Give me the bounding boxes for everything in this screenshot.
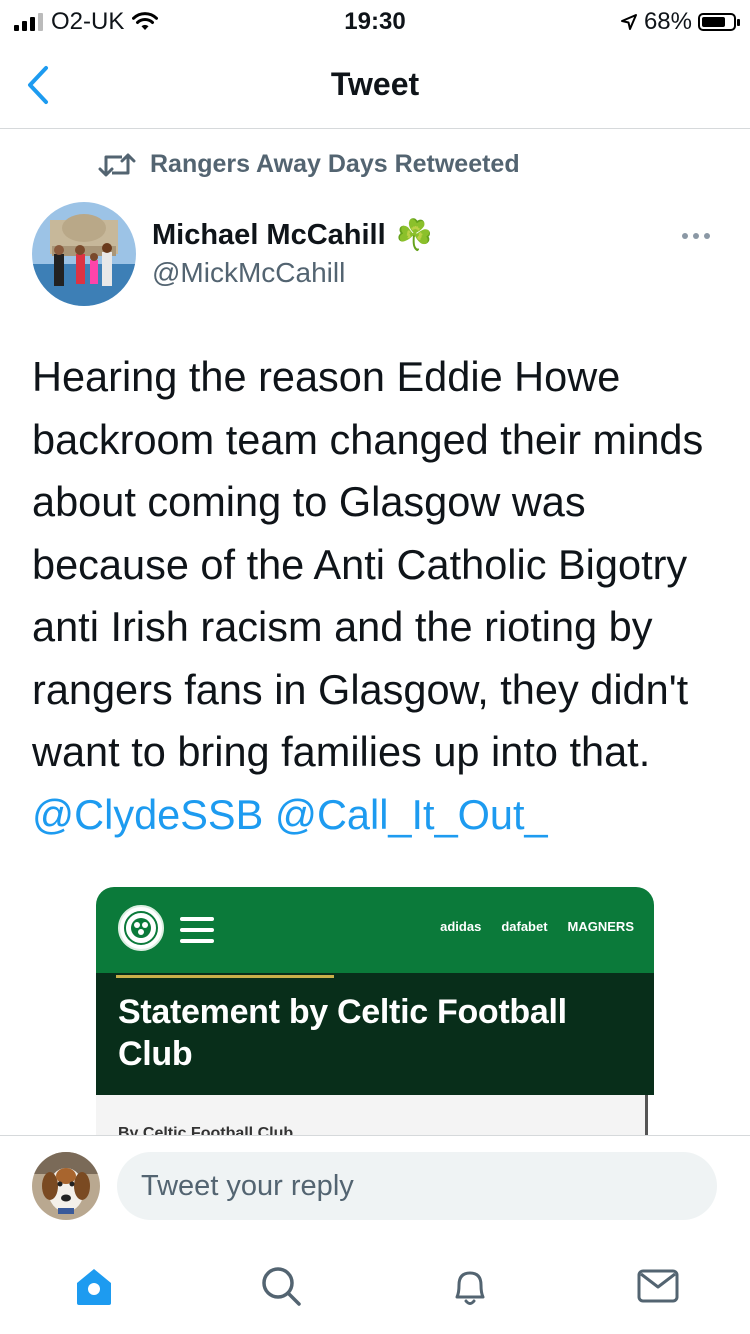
mention-link[interactable]: @ClydeSSB <box>32 791 263 838</box>
hamburger-menu-icon <box>180 917 214 950</box>
search-icon[interactable] <box>256 1261 306 1311</box>
tweet-line: rangers fans in Glasgow, they didn't <box>32 665 689 713</box>
tweet-line: Hearing the reason Eddie Howe <box>32 353 621 400</box>
gold-divider <box>116 975 334 978</box>
reply-input[interactable]: Tweet your reply <box>117 1152 717 1220</box>
user-avatar[interactable] <box>32 1152 100 1220</box>
tweet-line: backroom team changed their minds <box>32 415 704 463</box>
more-options-icon[interactable] <box>682 222 716 250</box>
author-name-text: Michael McCahill <box>152 219 386 251</box>
author-name[interactable]: Michael McCahill ☘️ <box>152 218 433 253</box>
sponsor-logo: MAGNERS <box>567 919 634 934</box>
battery-label: 68% <box>643 8 692 35</box>
retweet-icon <box>98 153 136 176</box>
tab-bar <box>0 1243 750 1334</box>
sponsor-logos: adidas dafabet MAGNERS <box>440 919 634 934</box>
tweet-line: want to bring families up into that. <box>32 728 651 775</box>
tweet-line: because of the Anti Catholic Bigotry <box>32 540 688 588</box>
author-handle[interactable]: @MickMcCahill <box>152 257 345 289</box>
tweet-line: anti Irish racism and the rioting by <box>32 603 653 650</box>
nav-bar: Tweet <box>0 42 750 129</box>
battery-icon <box>698 13 740 31</box>
tweet-image[interactable]: adidas dafabet MAGNERS Statement by Celt… <box>96 887 654 1147</box>
home-icon[interactable] <box>69 1261 119 1311</box>
retweet-banner-label: Rangers Away Days Retweeted <box>150 150 520 178</box>
status-right: 68% <box>620 8 740 36</box>
tweet-line: about coming to Glasgow was <box>32 478 586 525</box>
messages-icon[interactable] <box>633 1261 683 1311</box>
notifications-icon[interactable] <box>445 1261 495 1311</box>
page-title: Tweet <box>330 66 420 102</box>
retweet-banner[interactable]: Rangers Away Days Retweeted <box>98 150 520 179</box>
tweet-mentions: @ClydeSSB @Call_It_Out_ <box>32 784 732 847</box>
sponsor-logo: adidas <box>440 919 482 934</box>
sponsor-logo: dafabet <box>501 919 548 934</box>
shamrock-emoji: ☘️ <box>395 218 434 253</box>
image-headline: Statement by Celtic Football Club <box>118 993 567 1073</box>
location-arrow-icon <box>620 14 637 30</box>
celtic-crest-icon <box>118 905 164 951</box>
status-bar: O2-UK 19:30 68% <box>0 0 750 42</box>
author-avatar[interactable] <box>32 202 136 306</box>
tweet-text: Hearing the reason Eddie Howe backroom t… <box>32 346 732 846</box>
mention-link[interactable]: @Call_It_Out_ <box>275 791 548 838</box>
